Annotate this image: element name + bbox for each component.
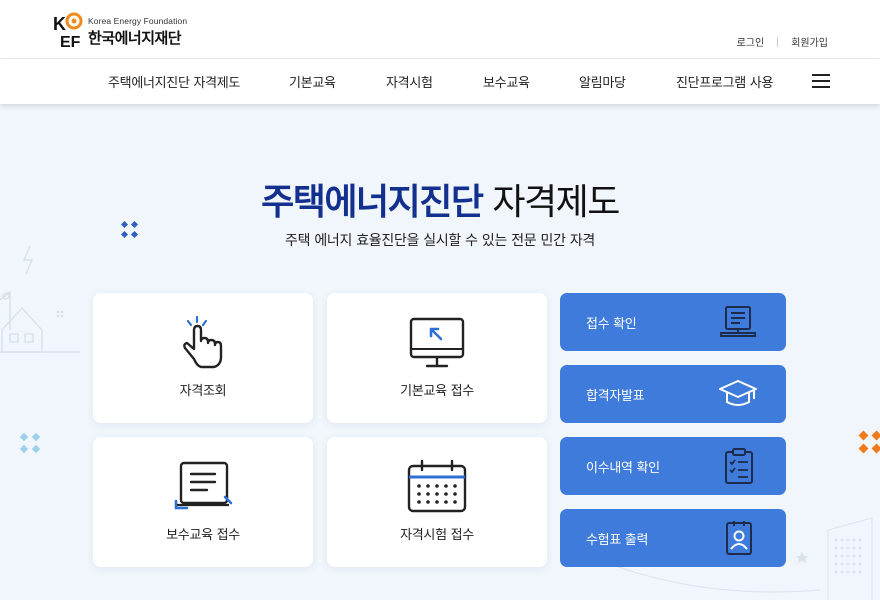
signup-link[interactable]: 회원가입 bbox=[791, 34, 828, 49]
card-label: 자격시험 접수 bbox=[400, 528, 474, 543]
card-label: 보수교육 접수 bbox=[166, 528, 240, 543]
nav-item-notices[interactable]: 알림마당 bbox=[579, 72, 626, 91]
nav-item-basic-education[interactable]: 기본교육 bbox=[289, 72, 336, 91]
nav-item-diagnosis-program[interactable]: 진단프로그램 사용 bbox=[676, 72, 773, 91]
utility-nav: 로그인 회원가입 bbox=[737, 34, 828, 49]
login-link[interactable]: 로그인 bbox=[737, 34, 765, 49]
qualification-lookup-card[interactable]: 자격조회 bbox=[93, 293, 313, 423]
qualification-exam-registration-card[interactable]: 자격시험 접수 bbox=[327, 437, 547, 567]
nav-item-refresher-education[interactable]: 보수교육 bbox=[483, 72, 530, 91]
page-title: 주택에너지진단 자격제도 bbox=[0, 173, 880, 225]
button-label: 수험표 출력 bbox=[586, 533, 649, 548]
calendar-icon bbox=[407, 459, 467, 513]
divider bbox=[777, 36, 779, 47]
page-subtitle: 주택 에너지 효율진단을 실시할 수 있는 전문 민간 자격 bbox=[285, 233, 595, 249]
card-label: 기본교육 접수 bbox=[400, 384, 474, 399]
site-logo[interactable]: K EF Korea Energy Foundation 한국에너지재단 bbox=[52, 10, 192, 50]
laptop-icon bbox=[720, 306, 756, 337]
svg-text:K: K bbox=[53, 14, 66, 34]
id-badge-icon bbox=[726, 521, 752, 555]
button-label: 접수 확인 bbox=[586, 317, 637, 332]
logo-english-name: Korea Energy Foundation bbox=[88, 16, 188, 26]
main-navigation: 주택에너지진단 자격제도 기본교육 자격시험 보수교육 알림마당 진단프로그램 … bbox=[0, 58, 880, 104]
nav-item-qualification-exam[interactable]: 자격시험 bbox=[386, 72, 433, 91]
notebook-icon bbox=[174, 461, 233, 510]
button-label: 이수내역 확인 bbox=[586, 461, 660, 476]
page-title-rest: 자격제도 bbox=[482, 182, 620, 223]
admission-ticket-print-button[interactable]: 수험표 출력 bbox=[560, 509, 786, 567]
registration-check-button[interactable]: 접수 확인 bbox=[560, 293, 786, 351]
pass-announcement-button[interactable]: 합격자발표 bbox=[560, 365, 786, 423]
refresher-education-registration-card[interactable]: 보수교육 접수 bbox=[93, 437, 313, 567]
nav-item-certification-system[interactable]: 주택에너지진단 자격제도 bbox=[108, 72, 240, 91]
monitor-icon bbox=[409, 317, 465, 368]
graduation-cap-icon bbox=[719, 380, 757, 406]
logo-korean-name: 한국에너지재단 bbox=[88, 29, 182, 47]
card-label: 자격조회 bbox=[179, 384, 227, 399]
button-label: 합격자발표 bbox=[586, 389, 645, 404]
basic-education-registration-card[interactable]: 기본교육 접수 bbox=[327, 293, 547, 423]
svg-text:EF: EF bbox=[60, 34, 81, 50]
hand-pointer-icon bbox=[183, 315, 223, 369]
menu-icon[interactable] bbox=[812, 74, 830, 88]
clipboard-check-icon bbox=[725, 448, 753, 484]
completion-history-button[interactable]: 이수내역 확인 bbox=[560, 437, 786, 495]
top-bar: K EF Korea Energy Foundation 한국에너지재단 로그인… bbox=[0, 0, 880, 58]
kef-logo-mark-icon: K EF bbox=[53, 12, 83, 50]
page-title-highlight: 주택에너지진단 bbox=[261, 182, 484, 223]
